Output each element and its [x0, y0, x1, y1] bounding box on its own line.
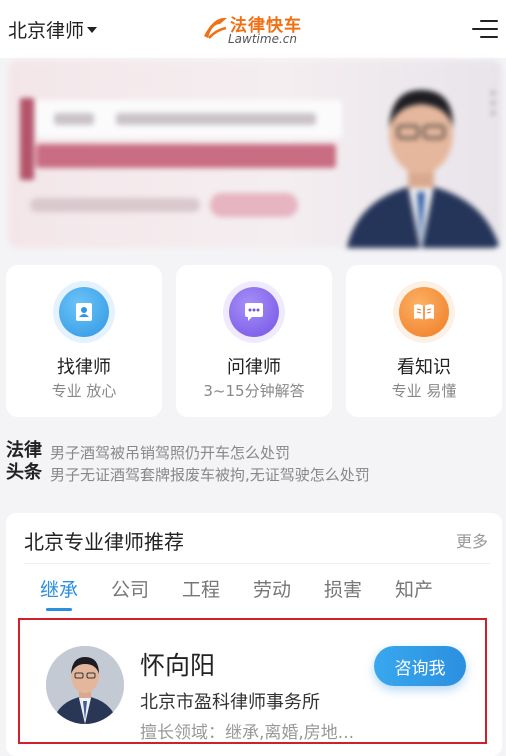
- divider: [24, 563, 490, 564]
- find-lawyer-card[interactable]: 找律师 专业 放心: [6, 265, 162, 417]
- tab-labor[interactable]: 劳动: [253, 575, 291, 602]
- practice-area-tabs: 继承 公司 工程 劳动 损害 知产: [24, 575, 494, 615]
- menu-icon[interactable]: [472, 18, 498, 40]
- promo-banner[interactable]: [8, 60, 502, 248]
- card-subtitle: 专业 放心: [51, 382, 117, 400]
- consult-button[interactable]: 咨询我: [374, 646, 466, 686]
- legal-headlines-label: 法律 头条: [6, 440, 42, 483]
- lawyer-name: 怀向阳: [140, 651, 216, 680]
- specialty: 擅长领域：继承,离婚,房地...: [140, 723, 355, 743]
- avatar: [46, 646, 124, 724]
- headline-item[interactable]: 男子无证酒驾套牌报废车被拘,无证驾驶怎么处罚: [50, 464, 500, 486]
- lawtime-logo[interactable]: 法律快车 Lawtime.cn: [200, 10, 320, 50]
- section-title: 北京专业律师推荐: [24, 530, 184, 554]
- card-subtitle: 专业 易懂: [391, 382, 457, 400]
- caret-down-icon: [87, 26, 98, 33]
- tab-company[interactable]: 公司: [111, 575, 149, 602]
- card-title: 问律师: [227, 357, 281, 378]
- tab-damages[interactable]: 损害: [324, 575, 362, 602]
- lawyer-card[interactable]: 怀向阳 北京市盈科律师事务所 擅长领域：继承,离婚,房地... 咨询我: [18, 618, 487, 744]
- card-title: 找律师: [57, 357, 111, 378]
- headline-list: 男子酒驾被吊销驾照仍开车怎么处罚 男子无证酒驾套牌报废车被拘,无证驾驶怎么处罚: [50, 442, 500, 486]
- tab-inheritance[interactable]: 继承: [40, 575, 78, 602]
- logo-text-en: Lawtime.cn: [228, 32, 297, 46]
- top-header: 北京律师 法律快车 Lawtime.cn: [0, 0, 506, 58]
- headline-item[interactable]: 男子酒驾被吊销驾照仍开车怎么处罚: [50, 442, 500, 464]
- tab-ip[interactable]: 知产: [395, 575, 433, 602]
- logo-mark-icon: [204, 17, 227, 39]
- contact-book-icon: [59, 287, 109, 337]
- city-selector[interactable]: 北京律师: [8, 16, 98, 43]
- law-firm: 北京市盈科律师事务所: [140, 692, 320, 713]
- ask-lawyer-card[interactable]: 问律师 3~15分钟解答: [176, 265, 332, 417]
- city-label: 北京律师: [8, 20, 85, 42]
- lawyer-photo: [346, 90, 500, 248]
- tab-construction[interactable]: 工程: [182, 575, 220, 602]
- card-subtitle: 3~15分钟解答: [203, 382, 305, 400]
- more-link[interactable]: 更多: [456, 528, 488, 552]
- legal-knowledge-card[interactable]: 看知识 专业 易懂: [346, 265, 502, 417]
- chat-bubble-icon: [229, 287, 279, 337]
- open-book-icon: [399, 287, 449, 337]
- card-title: 看知识: [397, 357, 451, 378]
- active-tab-indicator: [46, 608, 72, 611]
